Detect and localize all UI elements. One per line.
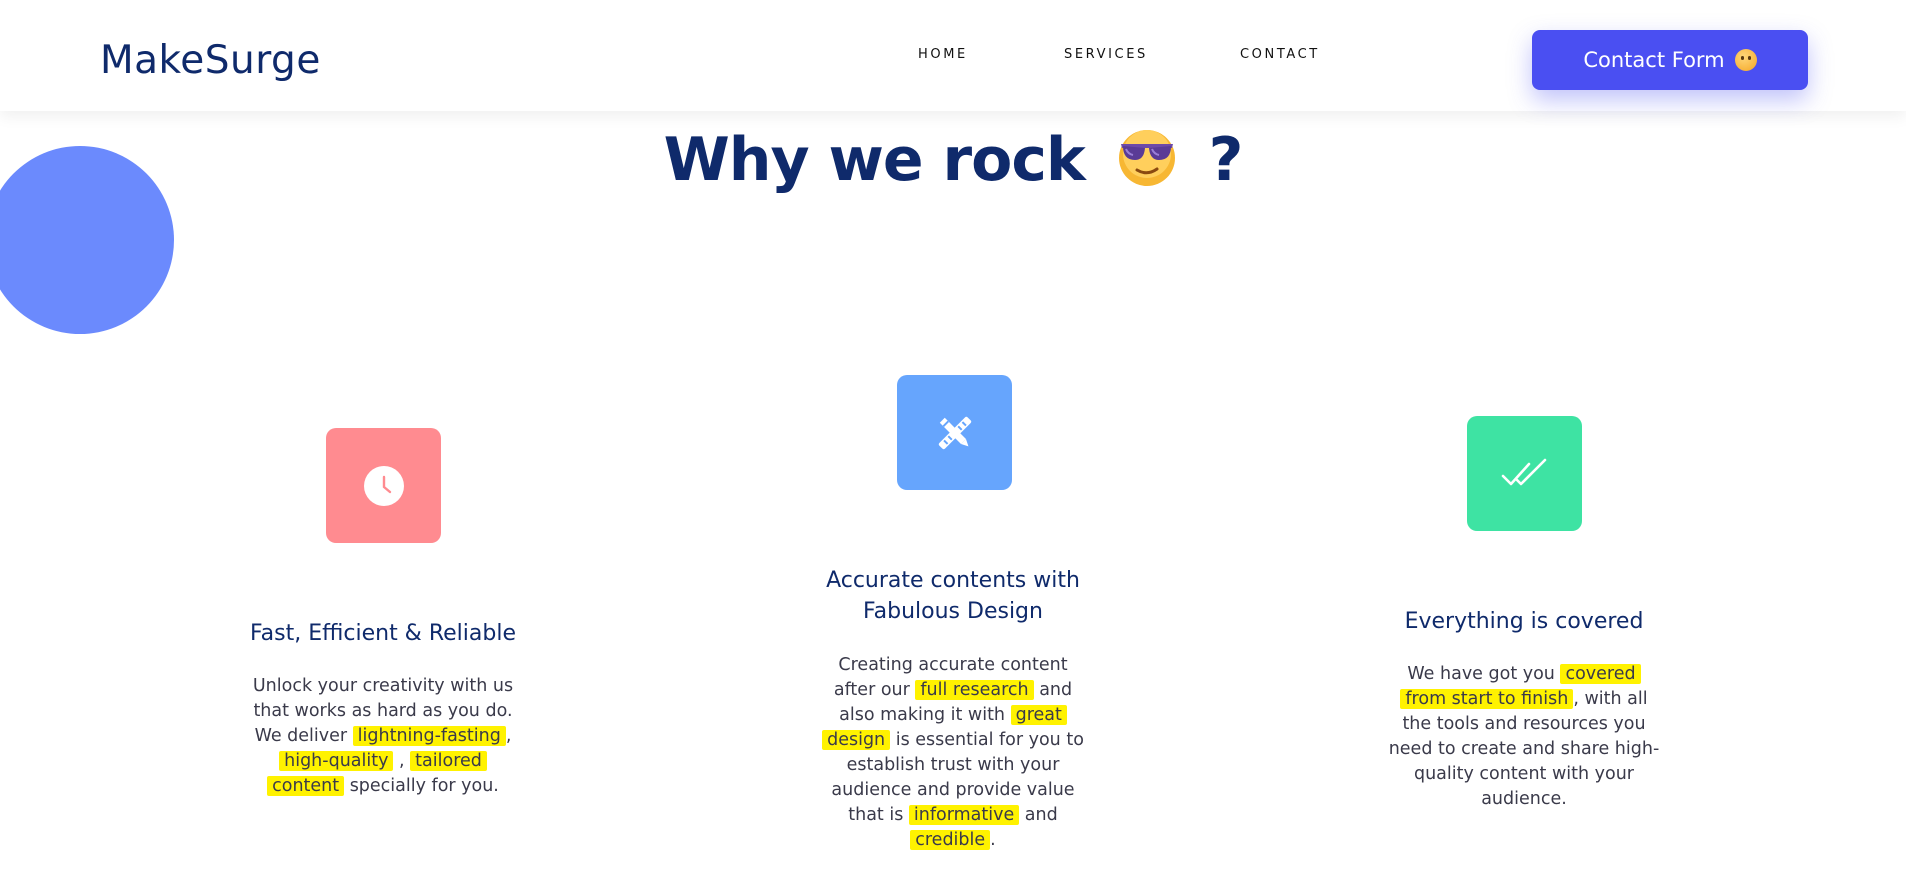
card-text-line: quality content with your — [1413, 764, 1635, 784]
navbar: MakeSurge HOME SERVICES CONTACT Contact … — [0, 0, 1906, 111]
tools-icon-box — [897, 375, 1012, 490]
card-title-accurate: Accurate contents with Fabulous Design — [803, 565, 1103, 627]
text-segment: that is — [848, 805, 909, 825]
text-segment: specially for you. — [344, 776, 499, 796]
card-text-covered: We have got you covered from start to fi… — [1374, 662, 1674, 812]
card-text-line: need to create and share high- — [1388, 739, 1660, 759]
card-title-fast: Fast, Efficient & Reliable — [250, 621, 516, 646]
text-segment: , — [505, 726, 512, 746]
card-text-line: credible. — [803, 828, 1103, 853]
card-text-line: after our full research and — [803, 678, 1103, 703]
contact-form-button[interactable]: Contact Form — [1532, 30, 1808, 90]
page: MakeSurge HOME SERVICES CONTACT Contact … — [0, 0, 1906, 890]
card-text-line: also making it with great — [803, 703, 1103, 728]
nav-link-contact[interactable]: CONTACT — [1240, 47, 1320, 62]
highlight-text: lightning-fasting — [352, 726, 506, 746]
card-text-line: We deliver lightning-fasting, — [233, 724, 533, 749]
highlight-text: design — [822, 730, 891, 750]
card-text-accurate: Creating accurate content after our full… — [803, 653, 1103, 853]
text-segment: , with all — [1573, 689, 1648, 709]
smile-emoji-icon — [1734, 49, 1757, 71]
card-text-line: content specially for you. — [233, 774, 533, 799]
clock-icon-box — [326, 428, 441, 543]
text-segment: and — [1033, 680, 1073, 700]
nav-link-services[interactable]: SERVICES — [1064, 47, 1148, 62]
text-segment: We have got you — [1407, 664, 1561, 684]
text-segment: . — [990, 830, 996, 850]
highlight-text: covered — [1560, 664, 1641, 684]
tools-icon — [938, 416, 971, 449]
card-text-line: establish trust with your — [846, 755, 1060, 775]
card-title-covered: Everything is covered — [1404, 609, 1644, 634]
card-text-line: audience. — [1481, 789, 1567, 809]
logo[interactable]: MakeSurge — [100, 38, 321, 83]
text-segment: and — [1019, 805, 1058, 825]
text-segment: is essential for you to — [890, 730, 1084, 750]
section-title: Why we rock ? — [0, 124, 1906, 195]
highlight-text: tailored — [410, 751, 487, 771]
double-check-icon-box — [1467, 416, 1582, 531]
section-title-text: Why we rock — [663, 125, 1086, 195]
text-segment: , — [393, 751, 411, 771]
text-segment: also making it with — [839, 705, 1011, 725]
highlight-text: high-quality — [279, 751, 394, 771]
card-text-line: that works as hard as you do. — [253, 701, 513, 721]
card-text-line: that is informative and — [803, 803, 1103, 828]
text-segment: after our — [833, 680, 916, 700]
text-segment: We deliver — [254, 726, 353, 746]
card-text-line: from start to finish, with all — [1374, 687, 1674, 712]
card-text-line: Creating accurate content — [838, 655, 1068, 675]
highlight-text: from start to finish — [1400, 689, 1574, 709]
card-title-line: Fabulous Design — [863, 599, 1043, 624]
highlight-text: informative — [908, 805, 1020, 825]
highlight-text: full research — [915, 680, 1034, 700]
card-text-line: audience and provide value — [831, 780, 1075, 800]
card-text-fast: Unlock your creativity with us that work… — [233, 674, 533, 799]
highlight-text: great — [1010, 705, 1067, 725]
card-text-line: the tools and resources you — [1402, 714, 1646, 734]
card-text-line: We have got you covered — [1374, 662, 1674, 687]
highlight-text: credible — [910, 830, 991, 850]
card-text-line: design is essential for you to — [803, 728, 1103, 753]
section-title-question: ? — [1208, 125, 1244, 195]
contact-form-label: Contact Form — [1583, 48, 1725, 72]
double-check-icon — [1501, 458, 1546, 485]
highlight-text: content — [267, 776, 345, 796]
card-title-line: Accurate contents with — [826, 568, 1080, 593]
nav-link-home[interactable]: HOME — [918, 47, 968, 62]
card-text-line: Unlock your creativity with us — [252, 676, 514, 696]
clock-icon — [363, 465, 404, 506]
sunglasses-emoji-icon — [1118, 130, 1175, 186]
card-text-line: high-quality , tailored — [233, 749, 533, 774]
